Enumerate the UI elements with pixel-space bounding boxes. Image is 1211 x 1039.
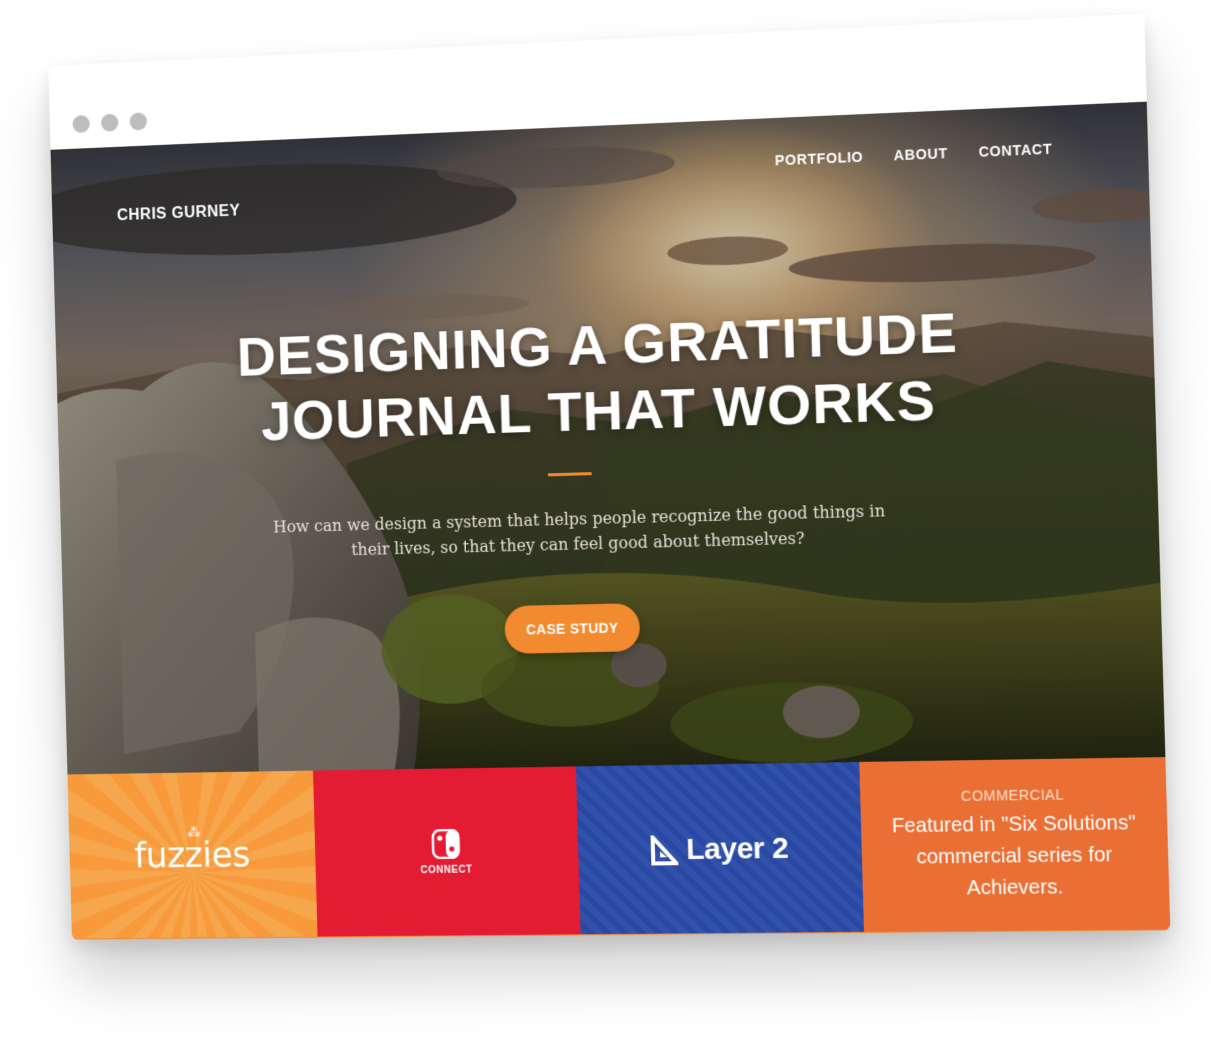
tile-nintendo-connect[interactable]: CONNECT — [313, 766, 581, 938]
browser-window: CHRIS GURNEY PORTFOLIO ABOUT CONTACT DES… — [48, 13, 1171, 940]
tile-fuzzies[interactable]: fuzzies ⁂ — [67, 770, 318, 940]
nintendo-switch-icon — [431, 829, 461, 859]
portfolio-tiles: fuzzies ⁂ CONNECT Layer 2 COMMERCIAL Fea… — [67, 757, 1171, 940]
commercial-tag: COMMERCIAL — [960, 786, 1065, 805]
connect-label: CONNECT — [420, 864, 473, 877]
commercial-description: Featured in "Six Solutions" commercial s… — [891, 811, 1137, 900]
sparkle-icon: ⁂ — [186, 825, 201, 842]
fuzzies-logo: fuzzies ⁂ — [134, 825, 251, 876]
window-dot-minimize[interactable] — [100, 113, 119, 132]
layer2-logo: Layer 2 — [650, 831, 789, 867]
layer2-mark-icon — [650, 835, 679, 865]
stage: CHRIS GURNEY PORTFOLIO ABOUT CONTACT DES… — [0, 0, 1211, 1039]
page-viewport: CHRIS GURNEY PORTFOLIO ABOUT CONTACT DES… — [50, 101, 1171, 940]
hero-section: CHRIS GURNEY PORTFOLIO ABOUT CONTACT DES… — [50, 101, 1166, 775]
nintendo-logo: CONNECT — [419, 829, 473, 877]
window-dot-close[interactable] — [72, 114, 90, 134]
tile-commercial[interactable]: COMMERCIAL Featured in "Six Solutions" c… — [859, 757, 1171, 933]
nav-link-about[interactable]: ABOUT — [894, 145, 948, 163]
window-dot-maximize[interactable] — [129, 112, 148, 131]
tile-layer2[interactable]: Layer 2 — [575, 761, 865, 936]
layer2-label: Layer 2 — [685, 831, 789, 866]
nav-link-contact[interactable]: CONTACT — [978, 140, 1052, 159]
case-study-button[interactable]: CASE STUDY — [504, 603, 641, 654]
